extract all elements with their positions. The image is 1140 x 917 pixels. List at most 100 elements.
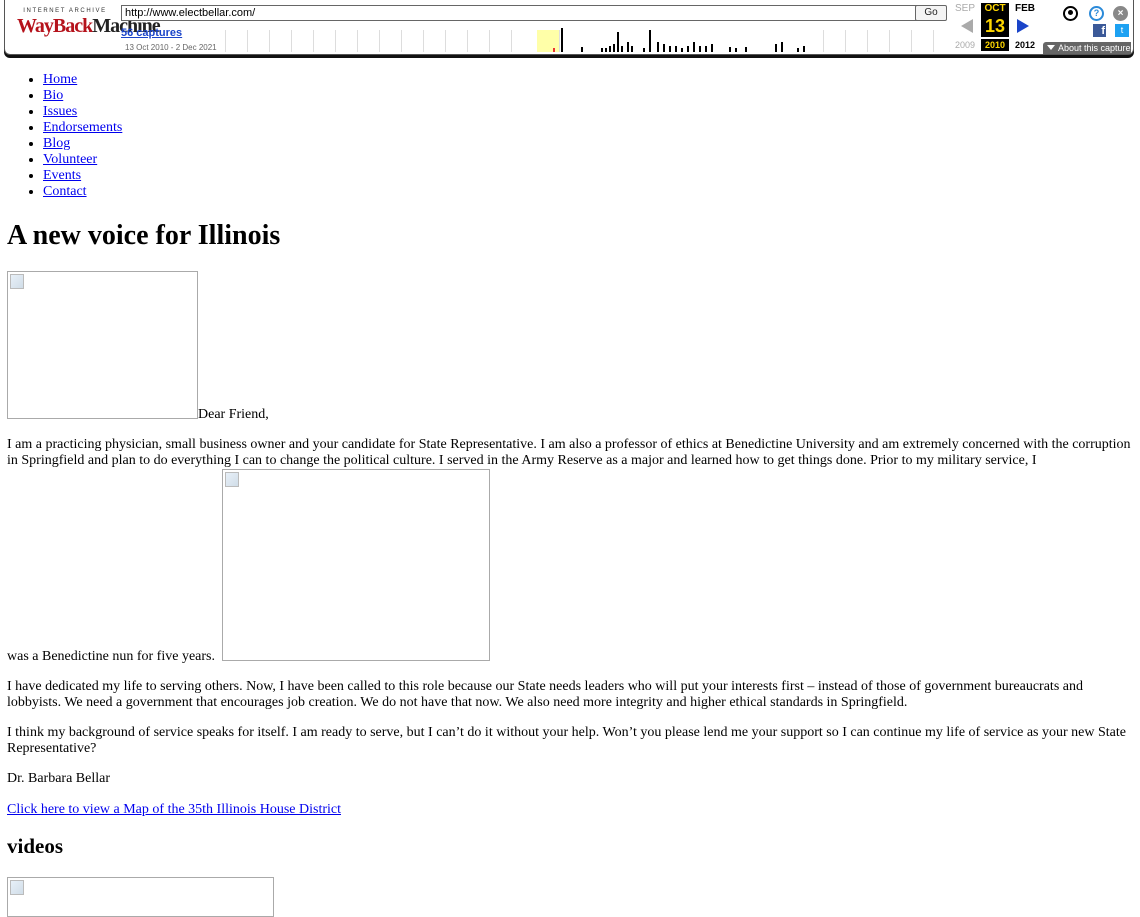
sparkline-year-divider [401, 30, 402, 52]
sparkline-selected-capture [553, 48, 555, 52]
nav-item-events: Events [43, 168, 122, 184]
nav-link-events[interactable]: Events [43, 168, 81, 183]
sparkline-capture-bar [631, 46, 633, 52]
about-capture-label: About this capture [1058, 43, 1131, 53]
sparkline-year-divider [889, 30, 890, 52]
sparkline-year-divider [845, 30, 846, 52]
twitter-icon[interactable]: t [1115, 24, 1129, 37]
page-heading: A new voice for Illinois [7, 220, 281, 251]
background-paragraph: I think my background of service speaks … [7, 725, 1126, 756]
user-icon[interactable] [1063, 6, 1078, 21]
sparkline-year-divider [313, 30, 314, 52]
sparkline-year-divider [867, 30, 868, 52]
current-month-label: OCT [981, 3, 1009, 15]
district-map-link[interactable]: Click here to view a Map of the 35th Ill… [7, 802, 341, 817]
sparkline-capture-bar [669, 46, 671, 52]
sparkline-capture-bar [617, 32, 619, 52]
nav-link-home[interactable]: Home [43, 72, 77, 87]
capture-sparkline[interactable] [223, 24, 947, 54]
captures-link[interactable]: 56 captures [121, 27, 182, 39]
logo-internet-archive-text: INTERNET ARCHIVE [23, 8, 107, 14]
nav-link-blog[interactable]: Blog [43, 136, 70, 151]
capture-date-range: 13 Oct 2010 - 2 Dec 2021 [125, 43, 217, 52]
sparkline-year-divider [379, 30, 380, 52]
help-icon[interactable]: ? [1089, 6, 1104, 21]
sparkline-capture-bar [729, 47, 731, 52]
sparkline-year-divider [269, 30, 270, 52]
sparkline-capture-bar [775, 44, 777, 52]
sparkline-year-divider [511, 30, 512, 52]
broken-image-inline [222, 469, 490, 661]
nav-item-home: Home [43, 72, 122, 88]
signature-text: Dr. Barbara Bellar [7, 771, 111, 786]
sparkline-capture-bar [581, 47, 583, 52]
sparkline-capture-bar [797, 48, 799, 52]
sparkline-capture-bar [621, 46, 623, 52]
nav-link-volunteer[interactable]: Volunteer [43, 152, 97, 167]
prev-year-label[interactable]: 2009 [951, 40, 979, 50]
sparkline-capture-bar [699, 46, 701, 52]
sparkline-year-divider [911, 30, 912, 52]
facebook-icon[interactable]: f [1093, 24, 1106, 37]
site-nav: Home Bio Issues Endorsements Blog Volunt… [0, 72, 122, 200]
sparkline-capture-bar [627, 42, 629, 52]
sparkline-year-divider [467, 30, 468, 52]
nav-item-issues: Issues [43, 104, 122, 120]
broken-image-portrait [7, 271, 198, 419]
nav-item-bio: Bio [43, 88, 122, 104]
sparkline-year-divider [335, 30, 336, 52]
sparkline-current-year-highlight [537, 30, 559, 52]
sparkline-capture-bar [735, 48, 737, 52]
service-paragraph: I have dedicated my life to serving othe… [7, 679, 1083, 710]
sparkline-capture-bar [711, 44, 713, 52]
nav-link-issues[interactable]: Issues [43, 104, 77, 119]
close-icon[interactable]: × [1113, 6, 1128, 21]
sparkline-capture-bar [649, 30, 651, 52]
sparkline-capture-bar [605, 48, 607, 52]
prev-month-label[interactable]: SEP [951, 3, 979, 14]
sparkline-capture-bar [613, 44, 615, 52]
about-capture-button[interactable]: About this capture [1043, 42, 1131, 54]
nav-link-bio[interactable]: Bio [43, 88, 63, 103]
next-arrow-icon[interactable] [1017, 19, 1029, 33]
sparkline-capture-bar [687, 46, 689, 52]
sparkline-capture-bar [601, 48, 603, 52]
sparkline-capture-bar [803, 46, 805, 52]
sparkline-capture-bar [663, 44, 665, 52]
sparkline-year-divider [823, 30, 824, 52]
prev-arrow-icon[interactable] [961, 19, 973, 33]
sparkline-year-divider [423, 30, 424, 52]
url-input[interactable]: http://www.electbellar.com/ [121, 5, 917, 21]
sparkline-capture-bar [745, 47, 747, 52]
broken-image-video [7, 877, 274, 917]
sparkline-capture-bar [561, 28, 563, 52]
nav-link-endorsements[interactable]: Endorsements [43, 120, 122, 135]
sparkline-capture-bar [693, 42, 695, 52]
wayback-toolbar: INTERNET ARCHIVE WayBackMachine http://w… [4, 0, 1134, 55]
nav-item-volunteer: Volunteer [43, 152, 122, 168]
next-month-label[interactable]: FEB [1011, 3, 1039, 14]
nav-item-endorsements: Endorsements [43, 120, 122, 136]
go-button[interactable]: Go [915, 5, 947, 21]
sparkline-year-divider [247, 30, 248, 52]
dropdown-triangle-icon [1047, 45, 1055, 50]
sparkline-capture-bar [705, 46, 707, 52]
next-year-label[interactable]: 2012 [1011, 40, 1039, 50]
sparkline-capture-bar [657, 42, 659, 52]
sparkline-year-divider [559, 30, 560, 52]
intro-paragraph: I am a practicing physician, small busin… [7, 437, 1131, 468]
nav-link-contact[interactable]: Contact [43, 184, 87, 199]
sparkline-year-divider [445, 30, 446, 52]
sparkline-year-divider [489, 30, 490, 52]
sparkline-capture-bar [681, 48, 683, 52]
current-day-label: 13 [981, 15, 1009, 37]
sparkline-year-divider [357, 30, 358, 52]
current-year-label: 2010 [981, 39, 1009, 51]
sparkline-capture-bar [609, 46, 611, 52]
nav-item-blog: Blog [43, 136, 122, 152]
sparkline-capture-bar [675, 46, 677, 52]
intro-paragraph-end: was a Benedictine nun for five years. [7, 649, 215, 664]
wayback-logo[interactable]: INTERNET ARCHIVE WayBackMachine [17, 8, 161, 36]
sparkline-capture-bar [643, 48, 645, 52]
sparkline-year-divider [225, 30, 226, 52]
